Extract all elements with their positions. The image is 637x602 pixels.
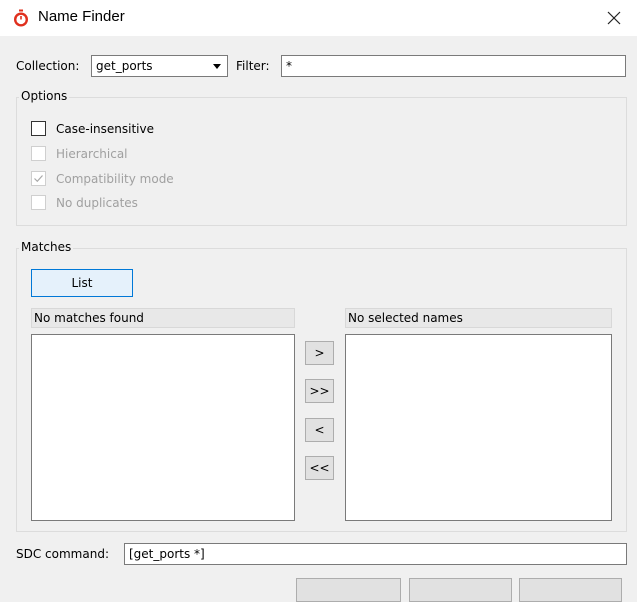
hierarchical-label: Hierarchical bbox=[56, 147, 128, 161]
remove-selected-button[interactable]: < bbox=[305, 418, 334, 442]
filter-input[interactable]: * bbox=[281, 55, 626, 77]
sdc-command-value: [get_ports *] bbox=[129, 547, 205, 561]
filter-label: Filter: bbox=[236, 59, 270, 73]
stopwatch-icon bbox=[14, 9, 28, 27]
compatibility-mode-checkbox[interactable] bbox=[31, 171, 46, 186]
add-all-button[interactable]: >> bbox=[305, 379, 334, 403]
options-group-title: Options bbox=[19, 89, 70, 103]
case-insensitive-label: Case-insensitive bbox=[56, 122, 154, 136]
hierarchical-checkbox[interactable] bbox=[31, 146, 46, 161]
collection-select[interactable]: get_ports bbox=[91, 55, 228, 77]
selected-list-header: No selected names bbox=[345, 308, 612, 328]
remove-all-button[interactable]: << bbox=[305, 456, 334, 480]
sdc-command-label: SDC command: bbox=[16, 547, 109, 561]
add-selected-button[interactable]: > bbox=[305, 341, 334, 365]
title-bar: Name Finder bbox=[0, 0, 637, 36]
selected-listbox[interactable] bbox=[345, 334, 612, 521]
collection-label: Collection: bbox=[16, 59, 80, 73]
chevron-down-icon bbox=[213, 64, 221, 69]
case-insensitive-checkbox[interactable] bbox=[31, 121, 46, 136]
no-duplicates-checkbox[interactable] bbox=[31, 195, 46, 210]
window-title: Name Finder bbox=[38, 8, 125, 25]
list-button[interactable]: List bbox=[31, 269, 133, 297]
close-button[interactable] bbox=[591, 0, 637, 36]
matches-list-header: No matches found bbox=[31, 308, 295, 328]
filter-value: * bbox=[286, 59, 292, 73]
matches-listbox[interactable] bbox=[31, 334, 295, 521]
close-icon bbox=[607, 11, 621, 25]
dialog-button-1[interactable] bbox=[296, 578, 401, 602]
collection-value: get_ports bbox=[96, 59, 153, 73]
check-icon bbox=[34, 175, 43, 183]
matches-group-title: Matches bbox=[19, 240, 74, 254]
dialog-button-2[interactable] bbox=[409, 578, 512, 602]
no-duplicates-label: No duplicates bbox=[56, 196, 138, 210]
dialog-button-3[interactable] bbox=[519, 578, 622, 602]
sdc-command-input[interactable]: [get_ports *] bbox=[124, 543, 627, 565]
compatibility-mode-label: Compatibility mode bbox=[56, 172, 174, 186]
